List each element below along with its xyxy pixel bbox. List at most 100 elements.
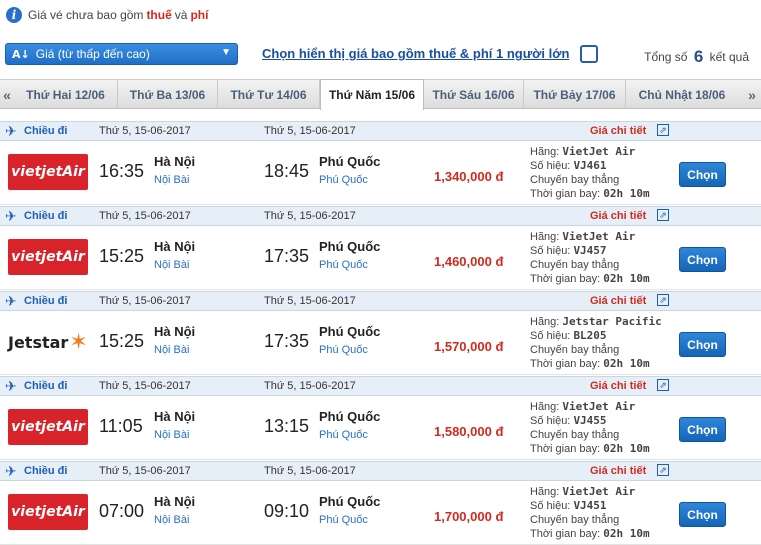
airline-label: Hãng: (530, 401, 560, 413)
include-tax-link[interactable]: Chọn hiển thị giá bao gồm thuế & phí 1 n… (262, 46, 569, 61)
departure-time: 15:25 (99, 331, 145, 351)
external-link-icon[interactable]: ⇗ (657, 124, 669, 136)
sort-select[interactable]: A↓ Giá (từ thấp đến cao) ▼ (5, 43, 238, 65)
flight-info: Hãng: VietJet Air Số hiệu: VJ461 Chuyến … (530, 145, 650, 201)
flight-duration: 02h 10m (603, 187, 650, 200)
airline-logo-text: vietjetAir (11, 164, 85, 180)
arrival-date: Thứ 5, 15-06-2017 (264, 380, 356, 392)
arrival-airport: Phú Quốc (319, 344, 368, 356)
flight-type: Chuyến bay thẳng (530, 429, 620, 441)
arrival-city: Phú Quốc (319, 239, 381, 254)
flight-row: ✈ Chiều đi Thứ 5, 15-06-2017 Thứ 5, 15-0… (0, 461, 761, 545)
departure-airport: Nội Bài (154, 259, 190, 271)
airline-logo-text: vietjetAir (11, 504, 85, 520)
arrival-time: 13:15 (264, 416, 310, 436)
arrival-airport: Phú Quốc (319, 174, 368, 186)
flight-header: ✈ Chiều đi Thứ 5, 15-06-2017 Thứ 5, 15-0… (0, 206, 761, 226)
result-count: Tổng số 6 kết quả (644, 46, 749, 66)
airline-label: Hãng: (530, 316, 560, 328)
arrival-city: Phú Quốc (319, 154, 381, 169)
airline-name: VietJet Air (562, 145, 636, 158)
price-notice: i Giá vé chưa bao gồm thuế và phí (6, 5, 211, 25)
flight-row: ✈ Chiều đi Thứ 5, 15-06-2017 Thứ 5, 15-0… (0, 376, 761, 460)
airline-name: VietJet Air (562, 485, 636, 498)
airline-logo-text: vietjetAir (11, 249, 85, 265)
price-detail-link[interactable]: Giá chi tiết (590, 125, 646, 137)
tab-date[interactable]: Thứ Hai 12/06 (14, 80, 118, 109)
ticket-price: 1,700,000 đ (434, 509, 504, 524)
flight-info: Hãng: VietJet Air Số hiệu: VJ451 Chuyến … (530, 485, 650, 541)
flight-no-label: Số hiệu: (530, 160, 571, 172)
tab-date[interactable]: Chủ Nhật 18/06 (626, 80, 738, 109)
notice-fee: phí (190, 8, 209, 22)
result-count-number: 6 (693, 47, 704, 66)
info-icon: i (6, 7, 22, 23)
airline-label: Hãng: (530, 146, 560, 158)
external-link-icon[interactable]: ⇗ (657, 464, 669, 476)
star-icon: ✶ (69, 329, 88, 355)
flight-number: VJ451 (573, 499, 607, 512)
flight-no-label: Số hiệu: (530, 245, 571, 257)
tab-date-active[interactable]: Thứ Năm 15/06 (320, 79, 424, 110)
flight-info: Hãng: VietJet Air Số hiệu: VJ455 Chuyến … (530, 400, 650, 456)
tab-date[interactable]: Thứ Bảy 17/06 (524, 80, 626, 109)
flight-type: Chuyến bay thẳng (530, 514, 620, 526)
departure-city: Hà Nội (154, 239, 196, 254)
price-detail-link[interactable]: Giá chi tiết (590, 465, 646, 477)
airline-name: VietJet Air (562, 400, 636, 413)
direction-label: Chiều đi (24, 465, 68, 477)
arrival-airport: Phú Quốc (319, 514, 368, 526)
choose-flight-button[interactable]: Chọn (679, 162, 726, 187)
next-dates-icon[interactable]: » (745, 84, 759, 106)
ticket-price: 1,460,000 đ (434, 254, 504, 269)
departure-date: Thứ 5, 15-06-2017 (99, 295, 191, 307)
airplane-icon: ✈ (5, 463, 17, 479)
direction-label: Chiều đi (24, 210, 68, 222)
flight-body: vietjetAir 07:00 Hà Nội Nội Bài 09:10 Ph… (0, 482, 761, 545)
price-detail-link[interactable]: Giá chi tiết (590, 210, 646, 222)
duration-label: Thời gian bay: (530, 273, 601, 285)
departure-city: Hà Nội (154, 409, 196, 424)
flight-number: VJ457 (573, 244, 607, 257)
price-detail-link[interactable]: Giá chi tiết (590, 380, 646, 392)
result-count-prefix: Tổng số (644, 50, 688, 64)
flight-header: ✈ Chiều đi Thứ 5, 15-06-2017 Thứ 5, 15-0… (0, 121, 761, 141)
departure-airport: Nội Bài (154, 344, 190, 356)
arrival-city: Phú Quốc (319, 324, 381, 339)
external-link-icon[interactable]: ⇗ (657, 294, 669, 306)
price-detail-link[interactable]: Giá chi tiết (590, 295, 646, 307)
date-tab-bar: « Thứ Hai 12/06 Thứ Ba 13/06 Thứ Tư 14/0… (0, 79, 761, 110)
departure-date: Thứ 5, 15-06-2017 (99, 380, 191, 392)
duration-label: Thời gian bay: (530, 358, 601, 370)
duration-label: Thời gian bay: (530, 443, 601, 455)
ticket-price: 1,570,000 đ (434, 339, 504, 354)
choose-flight-button[interactable]: Chọn (679, 417, 726, 442)
notice-prefix: Giá vé chưa bao gồm (28, 8, 144, 22)
ticket-price: 1,340,000 đ (434, 169, 504, 184)
sort-select-label: Giá (từ thấp đến cao) (35, 47, 150, 61)
tab-date[interactable]: Thứ Ba 13/06 (118, 80, 218, 109)
departure-date: Thứ 5, 15-06-2017 (99, 465, 191, 477)
departure-airport: Nội Bài (154, 174, 190, 186)
flight-body: Jetstar ✶ 15:25 Hà Nội Nội Bài 17:35 Phú … (0, 312, 761, 375)
departure-city: Hà Nội (154, 154, 196, 169)
external-link-icon[interactable]: ⇗ (657, 209, 669, 221)
include-tax-checkbox[interactable] (580, 45, 598, 63)
flight-duration: 02h 10m (603, 527, 650, 540)
prev-dates-icon[interactable]: « (0, 84, 14, 106)
airline-logo-text: vietjetAir (11, 419, 85, 435)
arrival-airport: Phú Quốc (319, 429, 368, 441)
tab-date[interactable]: Thứ Sáu 16/06 (424, 80, 524, 109)
external-link-icon[interactable]: ⇗ (657, 379, 669, 391)
departure-airport: Nội Bài (154, 514, 190, 526)
choose-flight-button[interactable]: Chọn (679, 332, 726, 357)
flight-body: vietjetAir 16:35 Hà Nội Nội Bài 18:45 Ph… (0, 142, 761, 205)
tab-date[interactable]: Thứ Tư 14/06 (218, 80, 320, 109)
sort-bar: A↓ Giá (từ thấp đến cao) ▼ Chọn hiển thị… (0, 36, 761, 70)
notice-tax: thuế (146, 8, 172, 22)
choose-flight-button[interactable]: Chọn (679, 247, 726, 272)
airplane-icon: ✈ (5, 378, 17, 394)
flight-header: ✈ Chiều đi Thứ 5, 15-06-2017 Thứ 5, 15-0… (0, 461, 761, 481)
choose-flight-button[interactable]: Chọn (679, 502, 726, 527)
departure-time: 16:35 (99, 161, 145, 181)
